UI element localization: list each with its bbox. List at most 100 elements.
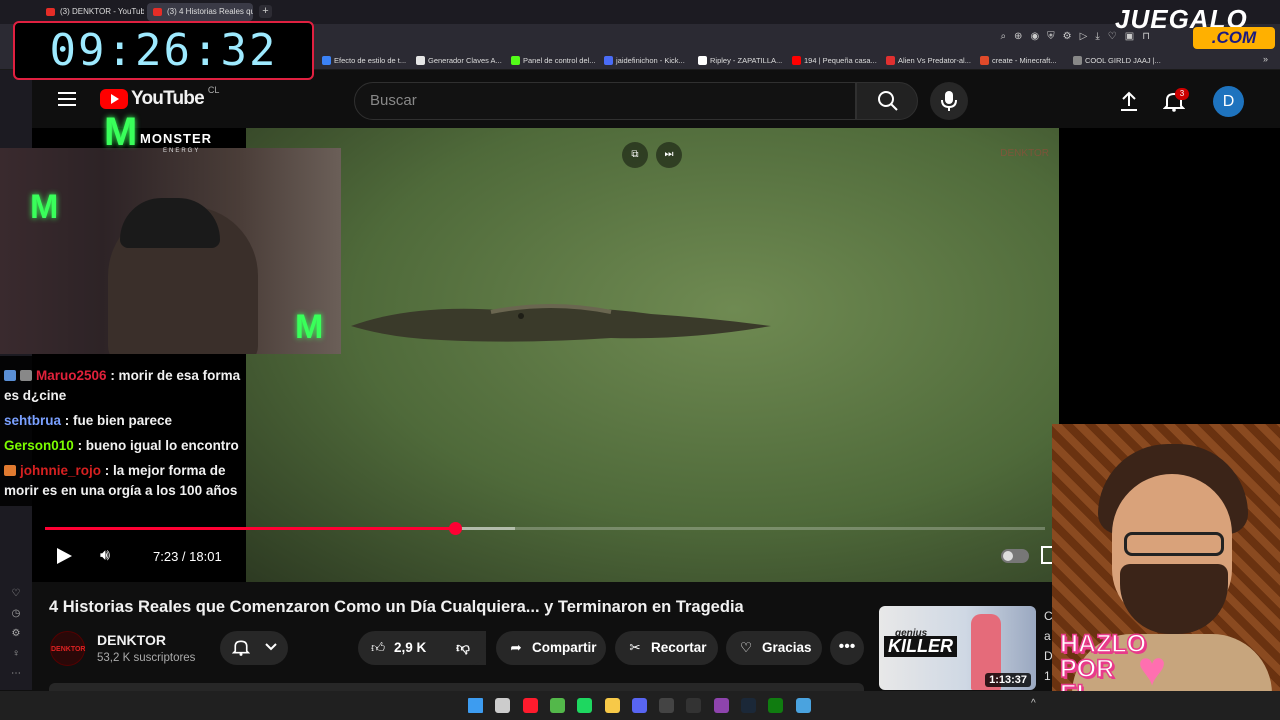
steam-icon[interactable] xyxy=(741,698,756,713)
spotify-icon[interactable] xyxy=(577,698,593,713)
discord-icon[interactable] xyxy=(631,698,647,713)
tab-current-video[interactable]: (3) 4 Historias Reales que xyxy=(147,3,253,21)
channel-avatar[interactable]: DENKTOR xyxy=(50,631,85,666)
chat-message: sehtbrua : fue bien parece xyxy=(4,411,242,431)
tab-label: (3) 4 Historias Reales que xyxy=(167,7,253,16)
bulb-icon[interactable]: ♀ xyxy=(10,648,22,660)
time-display: 7:23 / 18:01 xyxy=(153,549,222,564)
play-icon[interactable]: ▷ xyxy=(1080,31,1088,42)
share-button[interactable]: ➦ Compartir xyxy=(496,631,606,665)
bell-icon xyxy=(231,640,251,656)
mic-icon xyxy=(941,91,957,111)
vtuber-glasses xyxy=(1124,532,1224,556)
heart-icon: ♥ xyxy=(1137,643,1167,696)
upload-icon[interactable] xyxy=(1119,90,1139,112)
skip-next-button[interactable]: ⏭ xyxy=(656,142,682,168)
chat-text: : fue bien parece xyxy=(64,413,173,428)
tray-chevron-icon[interactable]: ^ xyxy=(1031,698,1036,709)
bookmark-item[interactable]: Generador Claves A... xyxy=(416,54,502,67)
description-box[interactable] xyxy=(49,683,864,691)
bookmark-item[interactable]: jaidefinichon - Kick... xyxy=(604,54,685,67)
windows-taskbar: ^ xyxy=(0,691,1280,720)
bookmark-item[interactable]: Ripley - ZAPATILLA... xyxy=(698,54,782,67)
taskview-icon[interactable] xyxy=(495,698,511,713)
bookmark-item[interactable]: Alien Vs Predator-al... xyxy=(886,54,971,67)
tab-denktor-channel[interactable]: (3) DENKTOR - YouTube xyxy=(40,3,144,21)
bookmark-item[interactable]: 194 | Pequeña casa... xyxy=(792,54,877,67)
monster-can-icon: M xyxy=(295,308,324,346)
thanks-icon: ♡ xyxy=(739,640,753,655)
notification-badge: 3 xyxy=(1175,88,1189,100)
like-count: 2,9 K xyxy=(394,640,427,655)
app-icon[interactable] xyxy=(659,698,675,713)
play-button[interactable] xyxy=(54,546,74,566)
crocodile-image xyxy=(351,304,771,342)
juegalo-logo: JUEGALO .COM xyxy=(1115,4,1277,49)
windows-start-icon[interactable] xyxy=(468,698,483,713)
channel-name[interactable]: DENKTOR xyxy=(97,632,166,648)
bookmark-item[interactable]: create - Minecraft... xyxy=(980,54,1057,67)
search-icon[interactable]: ⌕ xyxy=(1000,31,1006,42)
clip-button[interactable]: ✂ Recortar xyxy=(615,631,718,665)
bookmark-item[interactable]: Efecto de estilo de t... xyxy=(322,54,406,67)
progress-scrubber[interactable] xyxy=(449,522,462,535)
hamburger-icon[interactable] xyxy=(58,92,76,106)
thumbnail-duration: 1:13:37 xyxy=(985,673,1031,687)
browser-icon[interactable] xyxy=(795,698,811,713)
more-actions-button[interactable]: ••• xyxy=(830,631,864,665)
right-panel xyxy=(1059,128,1280,424)
monster-subtitle: ENERGY xyxy=(163,148,201,154)
download-icon[interactable]: ⤓ xyxy=(1095,31,1099,42)
bookmarks-overflow-button[interactable]: » xyxy=(1263,54,1268,64)
bookmark-item[interactable]: COOL GIRLD JAAJ |... xyxy=(1073,54,1161,67)
channel-watermark: DENKTOR xyxy=(1000,148,1049,159)
country-code: CL xyxy=(207,85,220,95)
youtube-favicon-icon xyxy=(153,8,162,16)
opera-icon[interactable] xyxy=(522,698,538,713)
bookmark-item[interactable]: Panel de control del... xyxy=(511,54,596,67)
obs-icon[interactable] xyxy=(686,698,702,713)
dislike-button[interactable]: 👎︎ xyxy=(440,631,486,665)
xbox-icon[interactable] xyxy=(549,698,565,713)
monster-wordmark: MONSTER xyxy=(140,131,212,146)
more-icon[interactable]: ⋯ xyxy=(10,668,22,680)
chat-username: sehtbrua xyxy=(4,413,62,428)
thanks-button[interactable]: ♡ Gracias xyxy=(726,631,822,665)
streamer-webcam: M M xyxy=(0,148,341,354)
monster-can-icon: M xyxy=(30,188,59,226)
heart-icon[interactable]: ♡ xyxy=(10,588,22,600)
progress-bar[interactable] xyxy=(45,522,1045,535)
camera-icon[interactable]: ◉ xyxy=(1030,31,1039,42)
settings-icon[interactable]: ⚙ xyxy=(10,628,22,640)
search-button[interactable] xyxy=(856,82,918,120)
subscription-bell-button[interactable] xyxy=(220,631,288,665)
shield-icon[interactable]: ⛨ xyxy=(1047,31,1055,42)
youtube-logo[interactable]: YouTube CL xyxy=(100,85,219,109)
autoplay-toggle[interactable] xyxy=(1001,549,1029,563)
miniplayer-button[interactable]: ⧉ xyxy=(622,142,648,168)
suggested-video-meta[interactable]: C a D 1 xyxy=(1044,606,1053,686)
bookmark-icon xyxy=(604,56,613,65)
history-icon[interactable]: ◷ xyxy=(10,608,22,620)
chat-badge-icon xyxy=(4,370,16,381)
suggested-video-thumbnail[interactable]: genius KILLER 1:13:37 xyxy=(879,606,1036,690)
chat-message: johnnie_rojo : la mejor forma de morir e… xyxy=(4,461,242,501)
settings-icon[interactable]: ⚙ xyxy=(1063,31,1072,42)
new-tab-button[interactable]: + xyxy=(259,5,272,18)
bookmark-icon xyxy=(886,56,895,65)
app-purple-icon[interactable] xyxy=(713,698,729,713)
stream-clock: 09:26:32 xyxy=(13,21,314,80)
account-avatar[interactable]: D xyxy=(1213,86,1244,117)
volume-icon[interactable]: 🔊︎ xyxy=(100,547,110,565)
chat-badge-icon xyxy=(20,370,32,381)
youtube-favicon-icon xyxy=(792,56,801,65)
chat-message: Maruo2506 : morir de esa forma es d¿cine xyxy=(4,366,242,406)
video-frame[interactable]: DENKTOR xyxy=(246,128,1059,582)
zoom-icon[interactable]: ⊕ xyxy=(1014,31,1022,42)
youtube-favicon-icon xyxy=(46,8,55,16)
search-input[interactable]: Buscar xyxy=(354,82,856,120)
xbox-green-icon[interactable] xyxy=(768,698,784,713)
voice-search-button[interactable] xyxy=(930,82,968,120)
desktop-screen: (3) DENKTOR - YouTube (3) 4 Historias Re… xyxy=(0,0,1280,720)
folder-icon[interactable] xyxy=(604,698,620,713)
